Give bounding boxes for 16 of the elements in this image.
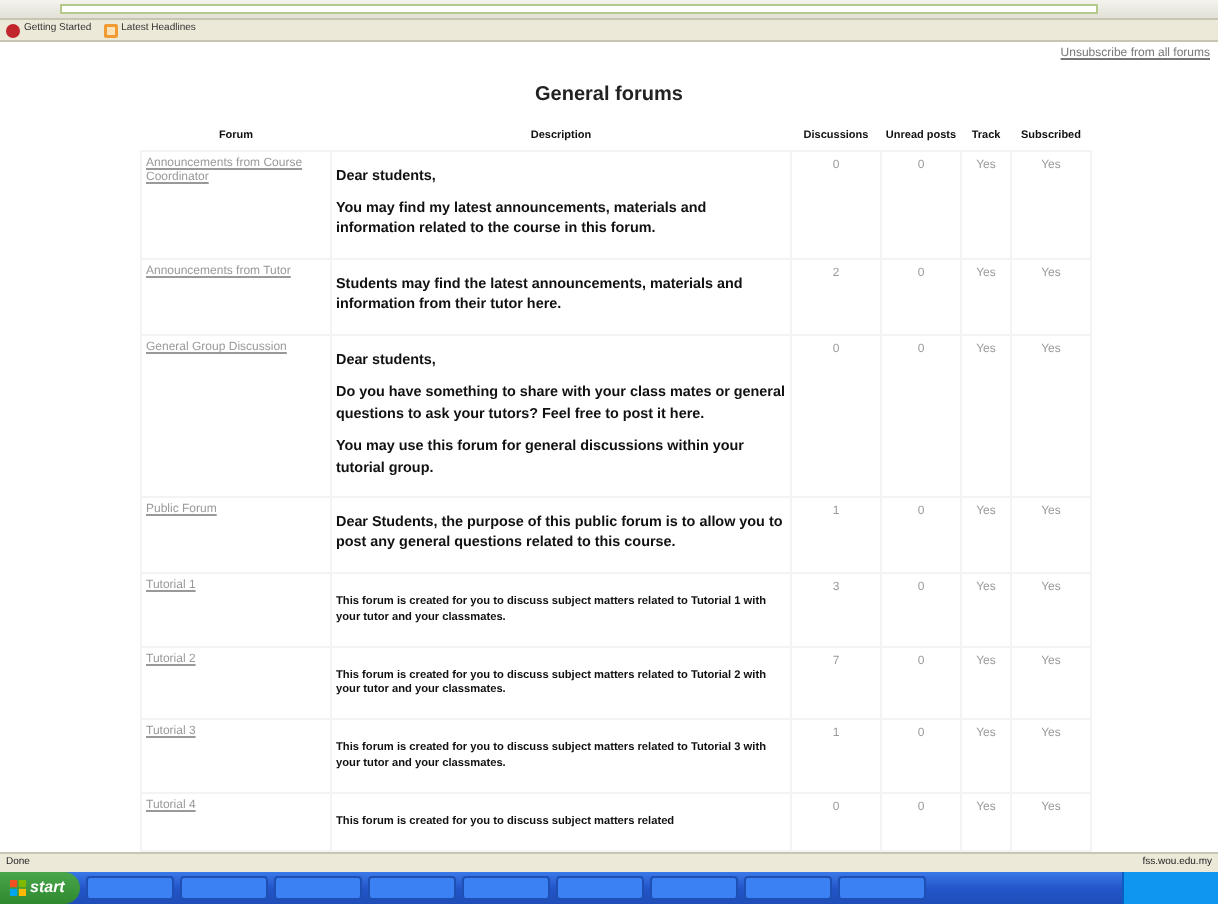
taskbar-button[interactable] <box>462 876 551 900</box>
page-icon <box>6 23 20 37</box>
taskbar-button[interactable] <box>368 876 457 900</box>
address-bar[interactable] <box>60 4 1098 14</box>
windows-logo-icon <box>10 880 26 896</box>
taskbar-button[interactable] <box>838 876 927 900</box>
feed-icon <box>103 23 118 37</box>
taskbar-button[interactable] <box>86 876 175 900</box>
taskbar-button[interactable] <box>180 876 269 900</box>
section-title: General forums <box>533 82 685 110</box>
taskbar-button[interactable] <box>744 876 833 900</box>
taskbar-button[interactable] <box>650 876 739 900</box>
taskbar-button[interactable] <box>274 876 363 900</box>
taskbar-button[interactable] <box>556 876 645 900</box>
system-tray <box>1122 872 1218 904</box>
start-button[interactable]: start <box>0 872 81 904</box>
